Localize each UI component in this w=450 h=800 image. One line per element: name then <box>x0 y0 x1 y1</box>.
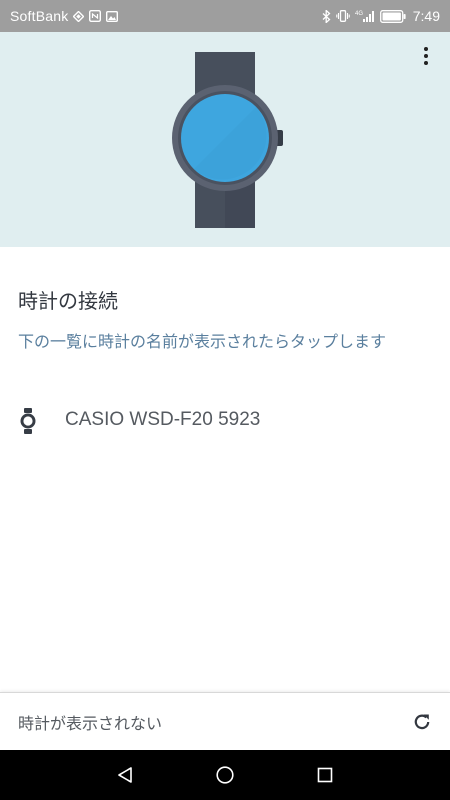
vibrate-icon <box>336 10 350 22</box>
device-name: CASIO WSD-F20 5923 <box>65 409 261 430</box>
watch-illustration <box>172 52 283 228</box>
status-bar-left: SoftBank <box>10 8 119 24</box>
recent-apps-icon <box>317 767 333 783</box>
back-icon <box>118 767 132 783</box>
back-button[interactable] <box>113 763 137 787</box>
refresh-button[interactable] <box>410 710 434 734</box>
recent-apps-button[interactable] <box>313 763 337 787</box>
system-navigation-bar <box>0 750 450 800</box>
watch-hero-banner <box>0 32 450 247</box>
page-title: 時計の接続 <box>18 289 118 313</box>
instruction-text: 下の一覧に時計の名前が表示されたらタップします <box>18 332 387 351</box>
network-type: 4G <box>355 11 363 17</box>
overflow-menu-icon[interactable] <box>416 44 436 68</box>
device-list-item[interactable]: CASIO WSD-F20 5923 <box>0 395 450 445</box>
refresh-icon <box>414 714 430 729</box>
battery-icon <box>379 9 406 23</box>
status-bar: SoftBank 4G 7:49 <box>0 0 450 32</box>
data-sync-icon <box>73 10 85 22</box>
nfc-icon <box>89 10 102 22</box>
status-bar-right: 4G 7:49 <box>322 8 440 24</box>
watch-icon <box>20 408 36 434</box>
home-icon <box>216 766 234 784</box>
watch-not-shown-link[interactable]: 時計が表示されない <box>18 710 162 734</box>
carrier-name: SoftBank <box>10 8 69 24</box>
status-time: 7:49 <box>412 8 440 24</box>
image-notification-icon <box>106 10 119 22</box>
signal-icon: 4G <box>355 10 375 23</box>
bluetooth-icon <box>322 9 331 23</box>
bottom-action-bar: 時計が表示されない <box>0 692 450 750</box>
home-button[interactable] <box>213 763 237 787</box>
